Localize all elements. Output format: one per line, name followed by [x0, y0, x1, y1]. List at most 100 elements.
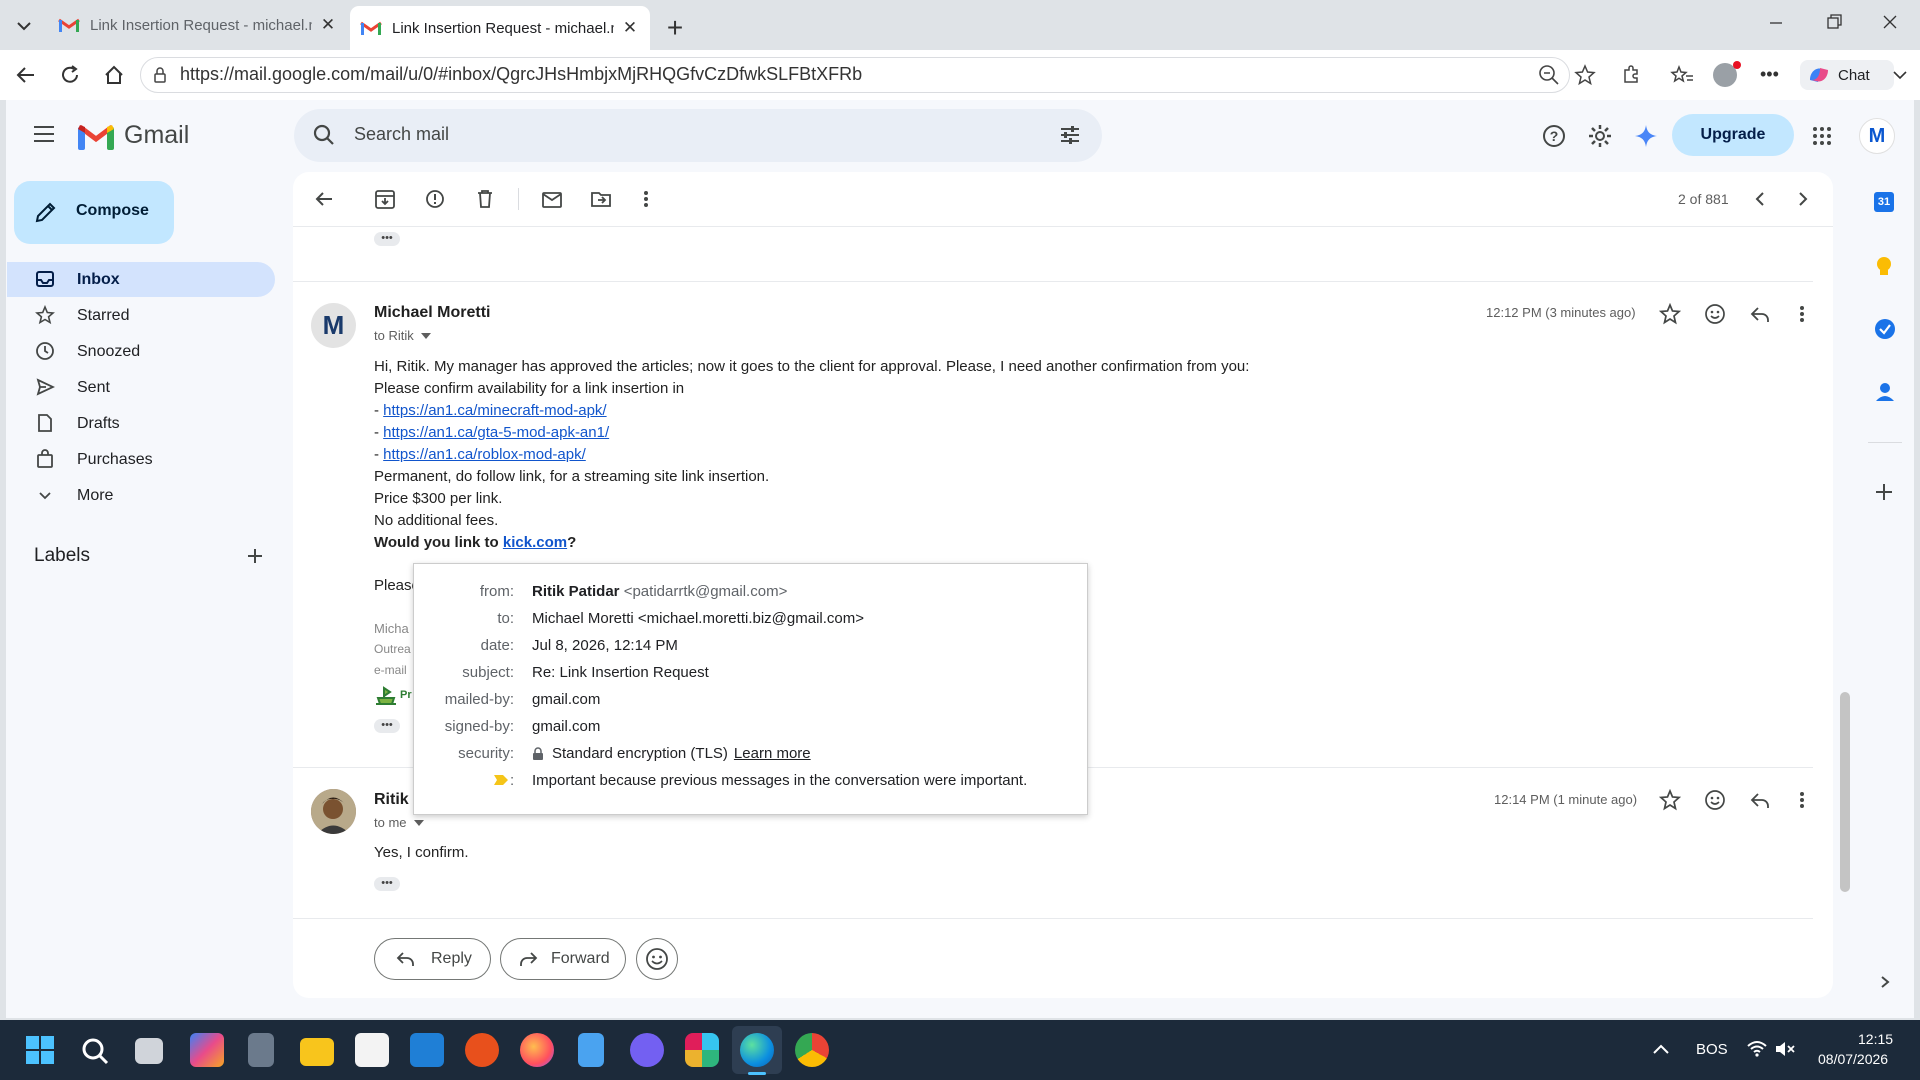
- show-trimmed-button[interactable]: •••: [374, 877, 400, 891]
- chrome-icon[interactable]: [795, 1033, 829, 1067]
- reply-message-button[interactable]: [1749, 789, 1771, 811]
- outlook-icon[interactable]: [410, 1033, 444, 1067]
- notepad-icon[interactable]: [578, 1033, 604, 1067]
- star-message-button[interactable]: [1659, 303, 1681, 325]
- main-menu-button[interactable]: [30, 122, 58, 146]
- nav-item-sent[interactable]: Sent: [7, 370, 275, 405]
- apps-button[interactable]: [1812, 126, 1832, 146]
- tab-list-button[interactable]: [10, 14, 38, 38]
- star-message-button[interactable]: [1659, 789, 1681, 811]
- report-spam-button[interactable]: [424, 188, 446, 210]
- sidebar-collapse-icon[interactable]: [1892, 68, 1908, 82]
- clock-date[interactable]: 08/07/2026: [1818, 1051, 1888, 1067]
- nav-item-drafts[interactable]: Drafts: [7, 406, 275, 441]
- start-button[interactable]: [26, 1036, 54, 1064]
- home-button[interactable]: [103, 64, 125, 86]
- nav-item-inbox[interactable]: Inbox: [7, 262, 275, 297]
- edge-icon[interactable]: [740, 1033, 774, 1067]
- gemini-button[interactable]: [1634, 124, 1658, 148]
- task-view-icon[interactable]: [135, 1038, 163, 1064]
- slack-icon[interactable]: [685, 1033, 719, 1067]
- recipient-summary[interactable]: to Ritik: [374, 328, 433, 343]
- back-to-inbox-button[interactable]: [313, 188, 335, 210]
- sender-name[interactable]: Michael Moretti: [374, 304, 490, 322]
- more-options-icon[interactable]: •••: [1760, 64, 1779, 85]
- browser-tab-2[interactable]: Link Insertion Request - michael.m ✕: [350, 6, 650, 50]
- close-window-button[interactable]: [1880, 12, 1900, 32]
- tasks-app-icon[interactable]: [1874, 318, 1896, 340]
- restore-button[interactable]: [1824, 12, 1844, 32]
- show-hidden-icons[interactable]: [1652, 1042, 1670, 1056]
- firefox-icon[interactable]: [520, 1033, 554, 1067]
- forward-button[interactable]: Forward: [500, 938, 626, 980]
- article-link[interactable]: https://an1.ca/roblox-mod-apk/: [383, 446, 586, 463]
- message-more-button[interactable]: [1797, 303, 1807, 325]
- archive-button[interactable]: [374, 188, 396, 210]
- get-addons-button[interactable]: [1874, 482, 1894, 502]
- hide-side-panel-button[interactable]: [1878, 974, 1892, 990]
- close-tab-icon[interactable]: ✕: [318, 15, 338, 35]
- delete-button[interactable]: [474, 188, 496, 210]
- copilot-chat-button[interactable]: Chat: [1800, 60, 1894, 90]
- mark-unread-button[interactable]: [541, 188, 563, 210]
- nav-item-snoozed[interactable]: Snoozed: [7, 334, 275, 369]
- zoom-icon[interactable]: [1538, 64, 1560, 86]
- account-avatar[interactable]: M: [1859, 118, 1895, 154]
- contacts-app-icon[interactable]: [1874, 381, 1896, 403]
- settings-button[interactable]: [1588, 124, 1612, 148]
- newer-button[interactable]: [1752, 189, 1768, 209]
- calculator-icon[interactable]: [248, 1033, 274, 1067]
- nav-item-more[interactable]: More: [7, 478, 275, 513]
- app-icon-orange[interactable]: [465, 1033, 499, 1067]
- taskbar-search-button[interactable]: [80, 1036, 110, 1066]
- close-tab-icon[interactable]: ✕: [620, 18, 640, 38]
- search-options-icon[interactable]: [1058, 123, 1082, 147]
- reload-button[interactable]: [59, 64, 81, 86]
- browser-tab-1[interactable]: Link Insertion Request - michael.m ✕: [48, 8, 348, 42]
- scrollbar-thumb[interactable]: [1840, 692, 1850, 892]
- message-more-button[interactable]: [1797, 789, 1807, 811]
- learn-more-link[interactable]: Learn more: [734, 745, 811, 762]
- volume-muted-icon[interactable]: [1774, 1040, 1796, 1058]
- reply-button[interactable]: Reply: [374, 938, 491, 980]
- extensions-icon[interactable]: [1620, 64, 1642, 86]
- microsoft-store-icon[interactable]: [355, 1033, 389, 1067]
- reply-message-button[interactable]: [1749, 303, 1771, 325]
- show-trimmed-button[interactable]: •••: [374, 232, 400, 246]
- site-info-icon[interactable]: [152, 66, 168, 84]
- reaction-button[interactable]: [636, 938, 678, 980]
- keep-app-icon[interactable]: [1874, 255, 1894, 279]
- recipient-summary[interactable]: to me: [374, 815, 426, 830]
- url-text[interactable]: https://mail.google.com/mail/u/0/#inbox/…: [180, 64, 862, 85]
- add-reaction-button[interactable]: [1704, 789, 1726, 811]
- input-language[interactable]: BOS: [1696, 1041, 1728, 1058]
- nav-item-starred[interactable]: Starred: [7, 298, 275, 333]
- new-tab-button[interactable]: +: [660, 12, 690, 44]
- copilot-taskbar-icon[interactable]: [190, 1033, 224, 1067]
- minimize-button[interactable]: [1766, 12, 1786, 32]
- create-label-button[interactable]: [246, 547, 264, 565]
- support-button[interactable]: ?: [1542, 124, 1566, 148]
- calendar-app-icon[interactable]: 31: [1874, 192, 1894, 212]
- clock-time[interactable]: 12:15: [1858, 1031, 1893, 1047]
- wifi-icon[interactable]: [1746, 1039, 1768, 1059]
- article-link[interactable]: https://an1.ca/minecraft-mod-apk/: [383, 402, 606, 419]
- search-input[interactable]: Search mail: [354, 124, 449, 145]
- viber-icon[interactable]: [630, 1033, 664, 1067]
- file-explorer-icon[interactable]: [300, 1038, 334, 1066]
- gmail-logo[interactable]: [78, 123, 114, 150]
- add-reaction-button[interactable]: [1704, 303, 1726, 325]
- more-actions-button[interactable]: [640, 188, 652, 210]
- show-trimmed-button[interactable]: •••: [374, 719, 400, 733]
- article-link[interactable]: https://an1.ca/gta-5-mod-apk-an1/: [383, 424, 609, 441]
- move-to-button[interactable]: [590, 188, 612, 210]
- favorites-icon[interactable]: [1670, 64, 1694, 86]
- kick-link[interactable]: kick.com: [503, 534, 567, 551]
- back-button[interactable]: [14, 64, 38, 86]
- favorite-star-icon[interactable]: [1574, 64, 1596, 86]
- nav-item-purchases[interactable]: Purchases: [7, 442, 275, 477]
- older-button[interactable]: [1795, 189, 1811, 209]
- sender-name[interactable]: Ritik: [374, 791, 409, 809]
- upgrade-button[interactable]: Upgrade: [1672, 114, 1794, 156]
- search-icon[interactable]: [312, 123, 336, 147]
